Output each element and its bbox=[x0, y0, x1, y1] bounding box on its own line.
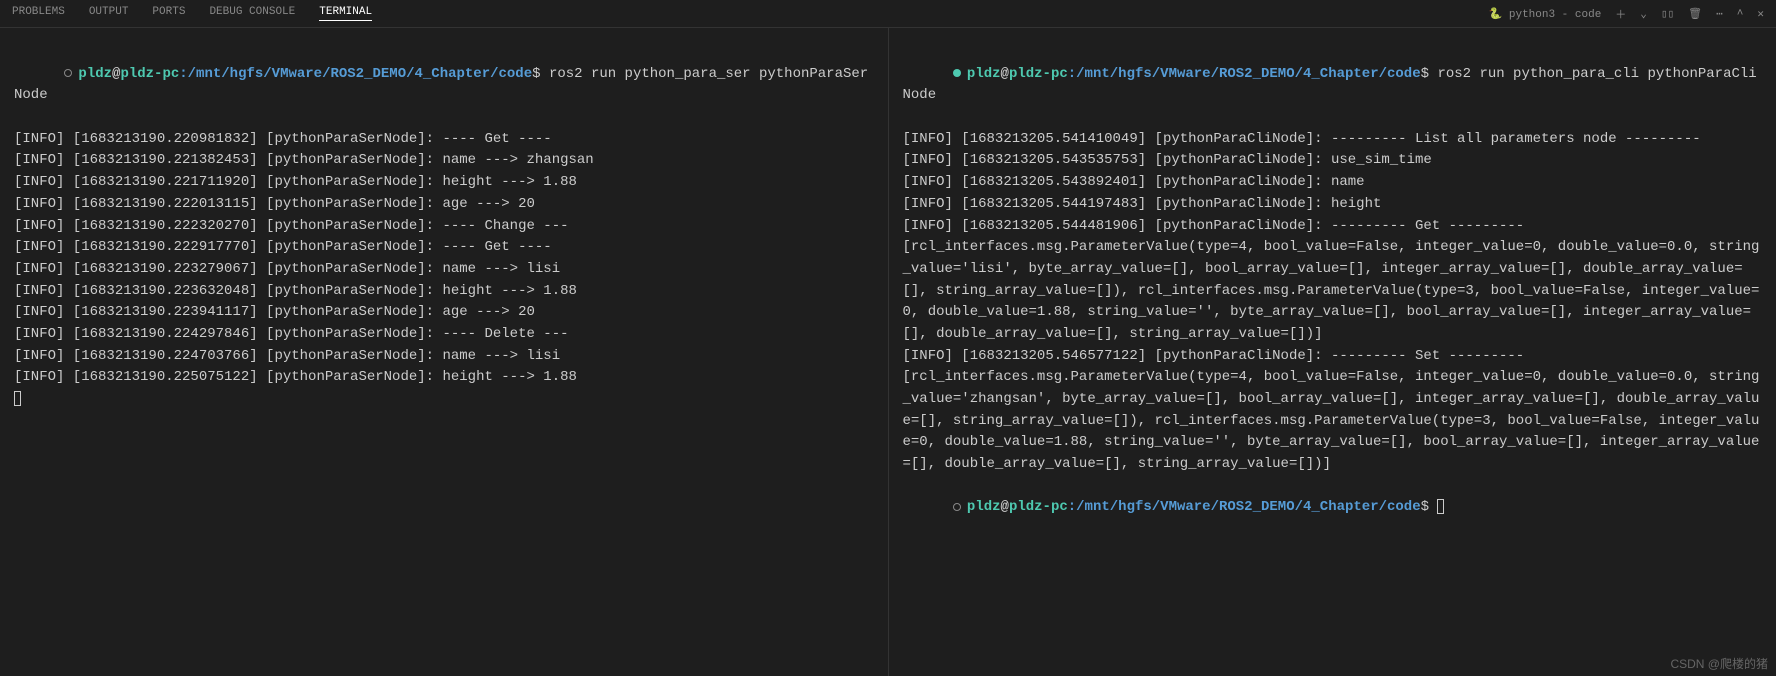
prompt-line-after: pldz@pldz-pc:/mnt/hgfs/VMware/ROS2_DEMO/… bbox=[903, 476, 1763, 541]
prompt-line: pldz@pldz-pc:/mnt/hgfs/VMware/ROS2_DEMO/… bbox=[903, 42, 1763, 129]
terminal-output-line: [INFO] [1683213190.222013115] [pythonPar… bbox=[14, 194, 874, 216]
terminal-pane-left[interactable]: pldz@pldz-pc:/mnt/hgfs/VMware/ROS2_DEMO/… bbox=[0, 28, 888, 676]
prompt-user: pldz bbox=[967, 66, 1001, 82]
panel-tab-bar: PROBLEMS OUTPUT PORTS DEBUG CONSOLE TERM… bbox=[0, 0, 1776, 28]
terminal-output-line: [INFO] [1683213205.546577122] [pythonPar… bbox=[903, 346, 1763, 368]
split-icon[interactable]: ▯▯ bbox=[1661, 7, 1674, 21]
terminal-output-line: [INFO] [1683213190.223632048] [pythonPar… bbox=[14, 281, 874, 303]
cursor-line bbox=[14, 389, 874, 411]
prompt-colon: : bbox=[1068, 66, 1076, 82]
terminal-output-line: [INFO] [1683213190.222917770] [pythonPar… bbox=[14, 237, 874, 259]
prompt-at: @ bbox=[1001, 66, 1009, 82]
prompt-path: /mnt/hgfs/VMware/ROS2_DEMO/4_Chapter/cod… bbox=[1076, 499, 1420, 515]
terminal-output-line: [INFO] [1683213205.543892401] [pythonPar… bbox=[903, 172, 1763, 194]
prompt-host: pldz-pc bbox=[1009, 499, 1068, 515]
terminal-output-line: [INFO] [1683213190.224703766] [pythonPar… bbox=[14, 346, 874, 368]
terminal-profile-label[interactable]: 🐍 python3 - code bbox=[1489, 7, 1602, 21]
prompt-path: /mnt/hgfs/VMware/ROS2_DEMO/4_Chapter/cod… bbox=[1076, 66, 1420, 82]
terminal-output-line: [INFO] [1683213190.221382453] [pythonPar… bbox=[14, 150, 874, 172]
terminal-output-line: [INFO] [1683213190.223279067] [pythonPar… bbox=[14, 259, 874, 281]
prompt-symbol: $ bbox=[1421, 66, 1429, 82]
tab-output[interactable]: OUTPUT bbox=[89, 6, 129, 21]
prompt-host: pldz-pc bbox=[120, 66, 179, 82]
trash-icon[interactable]: 🗑 bbox=[1688, 7, 1702, 21]
terminal-output-line: [INFO] [1683213190.225075122] [pythonPar… bbox=[14, 367, 874, 389]
terminal-output-left: [INFO] [1683213190.220981832] [pythonPar… bbox=[14, 129, 874, 389]
watermark-text: CSDN @爬楼的猪 bbox=[1670, 655, 1768, 672]
status-dot-icon bbox=[953, 69, 961, 77]
terminal-output-line: [INFO] [1683213205.541410049] [pythonPar… bbox=[903, 129, 1763, 151]
terminal-output-right: [INFO] [1683213205.541410049] [pythonPar… bbox=[903, 129, 1763, 476]
status-dot-icon bbox=[64, 69, 72, 77]
terminal-actions: 🐍 python3 - code ＋ ⌄ ▯▯ 🗑 ⋯ ˄ ✕ bbox=[1489, 6, 1764, 22]
prompt-symbol: $ bbox=[532, 66, 540, 82]
terminal-output-line: [INFO] [1683213205.544197483] [pythonPar… bbox=[903, 194, 1763, 216]
terminal-output-line: [INFO] [1683213205.544481906] [pythonPar… bbox=[903, 216, 1763, 238]
more-icon[interactable]: ⋯ bbox=[1716, 7, 1723, 21]
prompt-symbol: $ bbox=[1421, 499, 1429, 515]
tab-debug-console[interactable]: DEBUG CONSOLE bbox=[209, 6, 295, 21]
prompt-host: pldz-pc bbox=[1009, 66, 1068, 82]
terminal-output-line: [INFO] [1683213190.220981832] [pythonPar… bbox=[14, 129, 874, 151]
status-dot-icon bbox=[953, 503, 961, 511]
terminal-pane-right[interactable]: pldz@pldz-pc:/mnt/hgfs/VMware/ROS2_DEMO/… bbox=[888, 28, 1776, 676]
terminal-output-line: [rcl_interfaces.msg.ParameterValue(type=… bbox=[903, 367, 1763, 475]
terminal-output-line: [INFO] [1683213190.222320270] [pythonPar… bbox=[14, 216, 874, 238]
prompt-user: pldz bbox=[78, 66, 112, 82]
prompt-user: pldz bbox=[967, 499, 1001, 515]
tab-ports[interactable]: PORTS bbox=[152, 6, 185, 21]
chevron-down-icon[interactable]: ⌄ bbox=[1640, 7, 1647, 21]
cursor-icon bbox=[1437, 499, 1444, 514]
cursor-icon bbox=[14, 391, 21, 406]
terminal-output-line: [rcl_interfaces.msg.ParameterValue(type=… bbox=[903, 237, 1763, 345]
prompt-at: @ bbox=[1001, 499, 1009, 515]
chevron-up-icon[interactable]: ˄ bbox=[1737, 8, 1744, 20]
terminal-output-line: [INFO] [1683213190.223941117] [pythonPar… bbox=[14, 302, 874, 324]
panel-tabs: PROBLEMS OUTPUT PORTS DEBUG CONSOLE TERM… bbox=[12, 6, 372, 21]
prompt-colon: : bbox=[1068, 499, 1076, 515]
terminal-output-line: [INFO] [1683213205.543535753] [pythonPar… bbox=[903, 150, 1763, 172]
terminal-output-line: [INFO] [1683213190.221711920] [pythonPar… bbox=[14, 172, 874, 194]
close-icon[interactable]: ✕ bbox=[1757, 7, 1764, 21]
prompt-path: /mnt/hgfs/VMware/ROS2_DEMO/4_Chapter/cod… bbox=[188, 66, 532, 82]
tab-problems[interactable]: PROBLEMS bbox=[12, 6, 65, 21]
terminal-split-container: pldz@pldz-pc:/mnt/hgfs/VMware/ROS2_DEMO/… bbox=[0, 28, 1776, 676]
prompt-colon: : bbox=[179, 66, 187, 82]
prompt-line: pldz@pldz-pc:/mnt/hgfs/VMware/ROS2_DEMO/… bbox=[14, 42, 874, 129]
terminal-output-line: [INFO] [1683213190.224297846] [pythonPar… bbox=[14, 324, 874, 346]
plus-icon[interactable]: ＋ bbox=[1615, 6, 1626, 22]
tab-terminal[interactable]: TERMINAL bbox=[319, 6, 372, 21]
